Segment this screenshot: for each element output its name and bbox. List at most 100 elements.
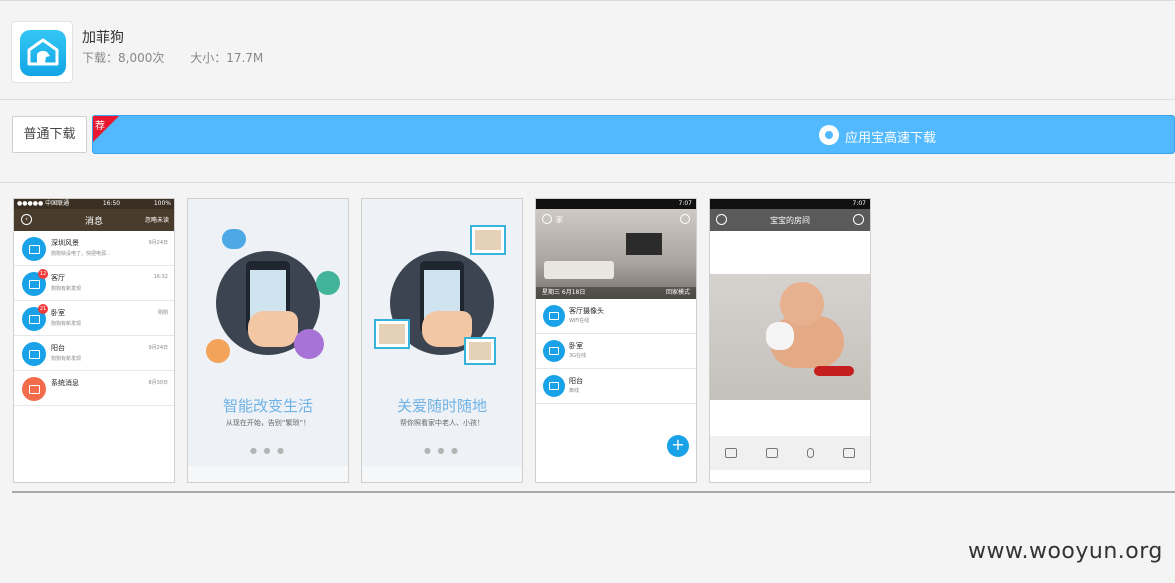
item-sub: 狗狗有新发现 (51, 321, 82, 327)
system-message-icon (22, 377, 46, 401)
remote-icon (222, 229, 246, 249)
list-item: 系统消息 8月30日 (14, 371, 174, 406)
page-dots: ● ● ● (423, 446, 461, 455)
photo-film-icon (470, 225, 506, 255)
add-button: + (667, 435, 689, 457)
download-count: 下载：8,000次 (82, 51, 165, 65)
yingyongbao-logo-icon (819, 125, 839, 145)
item-date: 8月30日 (148, 380, 168, 386)
camera-icon (22, 342, 46, 366)
nav-bar: ‹ 消息 忽略未读 (14, 209, 174, 231)
screenshot-splash-care[interactable]: 关爱随时随地 帮你照看家中老人、小孩！ ● ● ● (361, 198, 523, 483)
tv-icon (316, 271, 340, 295)
fast-download-button[interactable]: 荐 应用宝高速下载 (92, 115, 1175, 154)
item-title: 阳台 (51, 344, 65, 352)
home-banner: 家 星期三 6月18日 回家模式 (536, 209, 696, 299)
app-name: 加菲狗 (82, 30, 124, 46)
screenshot-splash-smart-life[interactable]: 智能改变生活 从现在开始，告别“繁琐”！ ● ● ● (187, 198, 349, 483)
video-toolbar (710, 436, 870, 470)
screenshot-video[interactable]: 7:07 宝宝的房间 (709, 198, 871, 483)
camera-item: 卧室 3G在线 (536, 334, 696, 369)
item-date: 刚刚 (157, 310, 168, 316)
camera-icon (543, 375, 565, 397)
settings-icon (853, 214, 864, 225)
unread-badge: 21 (38, 304, 48, 314)
tv-image (626, 233, 662, 255)
camera-icon (543, 305, 565, 327)
list-item: 21 卧室 狗狗有新发现 刚刚 (14, 301, 174, 336)
photo-film-icon (464, 337, 496, 365)
fast-download-label: 应用宝高速下载 (845, 131, 937, 146)
speaker-icon (765, 448, 778, 458)
menu-icon (542, 214, 552, 224)
item-title: 系统消息 (51, 379, 79, 387)
sofa-image (544, 261, 614, 279)
watermark: www.wooyun.org (968, 539, 1163, 564)
top-divider (0, 0, 1175, 1)
camera-item: 客厅摄像头 WiFi在线 (536, 299, 696, 334)
status-bar: ●●●●● 中国联通 16:50 100% (14, 199, 174, 209)
item-sub: 狗狗有新发现 (51, 286, 82, 292)
bulb-icon (206, 339, 230, 363)
microphone-icon (807, 448, 815, 458)
item-title: 卧室 (51, 309, 65, 317)
camera-icon (543, 340, 565, 362)
camera-status: WiFi在线 (569, 318, 590, 324)
divider (12, 491, 1175, 493)
camera-item: 阳台 离线 (536, 369, 696, 404)
app-size: 大小：17.7M (190, 51, 264, 65)
splash-desc: 从现在开始，告别“繁琐”！ (225, 419, 311, 427)
recommend-tag: 荐 (95, 121, 105, 132)
item-date: 9月24日 (148, 345, 168, 351)
nav-bar: 宝宝的房间 (710, 209, 870, 231)
record-icon (843, 448, 856, 458)
screen-title: 宝宝的房间 (770, 216, 810, 225)
item-title: 深圳风景 (51, 239, 79, 247)
camera-title: 客厅摄像头 (569, 307, 604, 315)
home-title: 家 (556, 216, 563, 224)
splash-footer (188, 466, 348, 482)
unread-badge: 12 (38, 269, 48, 279)
battery: 100% (153, 200, 171, 207)
baby-diaper (766, 322, 794, 350)
splash-desc: 帮你照看家中老人、小孩！ (400, 419, 484, 427)
page-dots: ● ● ● (249, 446, 287, 455)
item-sub: 狗狗快没电了，快把电源... (51, 251, 111, 257)
app-logo-icon (20, 30, 66, 76)
splash-title: 智能改变生活 (222, 397, 313, 415)
normal-download-button[interactable]: 普通下载 (12, 116, 87, 153)
status-bar: 7:07 (536, 199, 696, 209)
carrier: ●●●●● 中国联通 (17, 200, 70, 207)
divider (0, 182, 1175, 183)
video-feed (710, 274, 870, 400)
item-date: 16:32 (153, 274, 168, 280)
camera-title: 卧室 (569, 342, 583, 350)
hand-illustration (248, 311, 298, 347)
camera-title: 阳台 (569, 377, 583, 385)
screenshot-messages[interactable]: ●●●●● 中国联通 16:50 100% ‹ 消息 忽略未读 深圳风景 狗狗快… (13, 198, 175, 483)
splash-footer (362, 466, 522, 482)
screenshot-home[interactable]: 7:07 家 星期三 6月18日 回家模式 客厅摄像头 WiFi在线 卧室 3G… (535, 198, 697, 483)
item-title: 客厅 (51, 274, 65, 282)
photo-film-icon (374, 319, 410, 349)
toy-car (814, 366, 854, 376)
item-date: 9月24日 (148, 240, 168, 246)
home-date: 星期三 6月18日 (542, 289, 586, 296)
item-sub: 狗狗有新发现 (51, 356, 82, 362)
list-item: 深圳风景 狗狗快没电了，快把电源... 9月24日 (14, 231, 174, 266)
app-icon (11, 21, 73, 83)
divider (0, 99, 1175, 100)
list-item: 12 客厅 狗狗有新发现 16:32 (14, 266, 174, 301)
list-item: 阳台 狗狗有新发现 9月24日 (14, 336, 174, 371)
camera-status: 离线 (569, 388, 580, 394)
plug-icon (294, 329, 324, 359)
ignore-unread: 忽略未读 (144, 217, 169, 224)
app-meta: 下载：8,000次 大小：17.7M (82, 49, 285, 66)
baby-head (780, 282, 824, 326)
banner-info: 星期三 6月18日 回家模式 (536, 287, 696, 299)
camera-status: 3G在线 (569, 353, 587, 359)
camera-snapshot-icon (724, 448, 737, 458)
splash-title: 关爱随时随地 (396, 397, 487, 415)
status-bar: 7:07 (710, 199, 870, 209)
home-mode: 回家模式 (665, 289, 690, 296)
